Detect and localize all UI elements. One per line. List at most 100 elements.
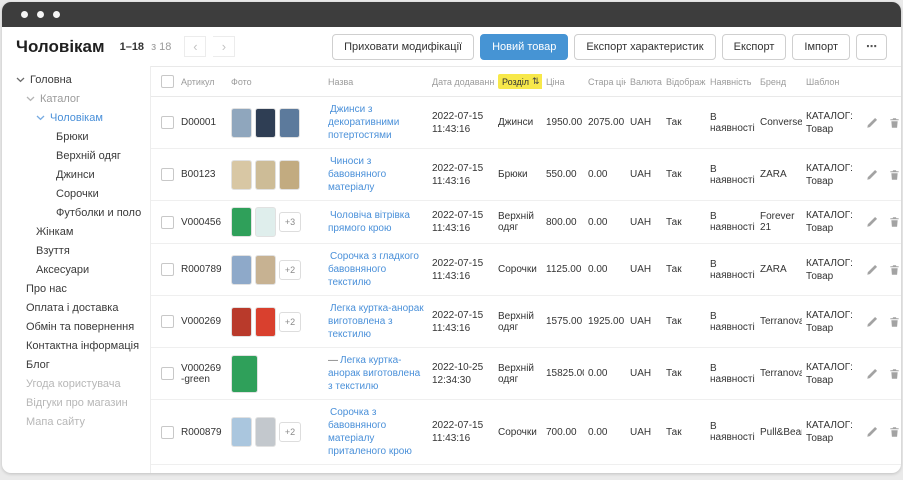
product-date: 2022-07-1511:43:16 bbox=[428, 201, 494, 244]
delete-icon[interactable] bbox=[889, 368, 900, 380]
select-all-checkbox[interactable] bbox=[161, 75, 174, 88]
more-photos-badge[interactable]: +2 bbox=[279, 422, 301, 442]
product-price: 1575.00 bbox=[542, 296, 584, 348]
row-checkbox[interactable] bbox=[161, 367, 174, 380]
product-old-price: 0.00 bbox=[584, 244, 626, 296]
sidebar-item-верхній-одяг[interactable]: Верхній одяг bbox=[16, 146, 144, 165]
product-name-link[interactable]: Чиноси з бавовняного матеріалу bbox=[328, 156, 386, 193]
export-characteristics-button[interactable]: Експорт характеристик bbox=[574, 34, 715, 60]
sidebar-item-угода-користувача[interactable]: Угода користувача bbox=[16, 374, 144, 393]
sidebar-item-контактна-інформація[interactable]: Контактна інформація bbox=[16, 336, 144, 355]
more-photos-badge[interactable]: +2 bbox=[279, 260, 301, 280]
sidebar-item-label: Аксесуари bbox=[36, 264, 89, 276]
product-date: 2022-07-1511:43:16 bbox=[428, 296, 494, 348]
sidebar-item-джинси[interactable]: Джинси bbox=[16, 165, 144, 184]
sorted-column-highlight[interactable]: Розділ ⇅ bbox=[498, 74, 542, 89]
pagination-prev-button[interactable]: ‹ bbox=[184, 36, 206, 57]
edit-icon[interactable] bbox=[866, 117, 878, 129]
sidebar-item-label: Блог bbox=[26, 359, 50, 371]
sidebar-item-головна[interactable]: Головна bbox=[16, 70, 144, 89]
hide-modifications-button[interactable]: Приховати модифікації bbox=[332, 34, 474, 60]
product-old-price: 0.00 bbox=[584, 201, 626, 244]
column-header-photo[interactable]: Фото bbox=[227, 67, 324, 97]
product-brand: Forever 21 bbox=[756, 201, 802, 244]
sidebar-item-обмін-та-повернення[interactable]: Обмін та повернення bbox=[16, 317, 144, 336]
product-name-link[interactable]: Сорочка з гладкого бавовняного текстилю bbox=[328, 251, 419, 288]
column-header-template[interactable]: Шаблон bbox=[802, 67, 862, 97]
edit-icon[interactable] bbox=[866, 368, 878, 380]
delete-icon[interactable] bbox=[889, 216, 900, 228]
row-checkbox[interactable] bbox=[161, 168, 174, 181]
sidebar-item-про-нас[interactable]: Про нас bbox=[16, 279, 144, 298]
product-photo-thumbnail bbox=[255, 417, 276, 447]
row-checkbox[interactable] bbox=[161, 315, 174, 328]
product-name-link[interactable]: Чоловіча вітрівка прямого крою bbox=[328, 210, 410, 234]
sidebar-item-label: Мапа сайту bbox=[26, 416, 85, 428]
product-name-link[interactable]: Легка куртка-анорак виготовлена з тексти… bbox=[328, 355, 420, 392]
window-control-dot-2[interactable] bbox=[37, 11, 44, 18]
product-availability: В наявності bbox=[706, 296, 756, 348]
product-name-link[interactable]: Сорочка з бавовняного матеріалу притален… bbox=[328, 407, 412, 457]
sidebar-item-брюки[interactable]: Брюки bbox=[16, 127, 144, 146]
export-button[interactable]: Експорт bbox=[722, 34, 787, 60]
sidebar-item-блог[interactable]: Блог bbox=[16, 355, 144, 374]
column-header-date[interactable]: Дата додавання bbox=[428, 67, 494, 97]
more-photos-badge[interactable]: +2 bbox=[279, 312, 301, 332]
sidebar-item-аксесуари[interactable]: Аксесуари bbox=[16, 260, 144, 279]
product-brand: ZARA bbox=[756, 244, 802, 296]
column-header-section[interactable]: Розділ ⇅ bbox=[494, 67, 542, 97]
product-currency: UAH bbox=[626, 465, 662, 474]
chevron-down-icon bbox=[26, 96, 35, 102]
product-name-link[interactable]: Легка куртка-анорак виготовлена з тексти… bbox=[328, 303, 424, 340]
product-old-price: 0.00 bbox=[584, 348, 626, 400]
column-header-price[interactable]: Ціна bbox=[542, 67, 584, 97]
sidebar-item-каталог[interactable]: Каталог bbox=[16, 89, 144, 108]
sidebar-item-жінкам[interactable]: Жінкам bbox=[16, 222, 144, 241]
delete-icon[interactable] bbox=[889, 316, 900, 328]
sidebar-item-label: Верхній одяг bbox=[56, 150, 121, 162]
more-button[interactable]: ⋯ bbox=[856, 34, 887, 60]
sidebar-item-футболки-и-поло[interactable]: Футболки и поло bbox=[16, 203, 144, 222]
new-product-button[interactable]: Новий товар bbox=[480, 34, 568, 60]
delete-icon[interactable] bbox=[889, 264, 900, 276]
product-photo-thumbnail bbox=[255, 160, 276, 190]
product-photo-thumbnail bbox=[231, 255, 252, 285]
delete-icon[interactable] bbox=[889, 426, 900, 438]
delete-icon[interactable] bbox=[889, 117, 900, 129]
column-header-sku[interactable]: Артикул bbox=[177, 67, 227, 97]
product-section: Джинси bbox=[494, 97, 542, 149]
column-header-brand[interactable]: Бренд bbox=[756, 67, 802, 97]
sidebar-item-відгуки-про-магазин[interactable]: Відгуки про магазин bbox=[16, 393, 144, 412]
sidebar-item-сорочки[interactable]: Сорочки bbox=[16, 184, 144, 203]
edit-icon[interactable] bbox=[866, 316, 878, 328]
delete-icon[interactable] bbox=[889, 169, 900, 181]
row-checkbox[interactable] bbox=[161, 263, 174, 276]
column-header-name[interactable]: Назва bbox=[324, 67, 428, 97]
sidebar-item-чоловікам[interactable]: Чоловікам bbox=[16, 108, 144, 127]
column-header-old-price[interactable]: Стара ціна bbox=[584, 67, 626, 97]
sidebar-item-оплата-і-доставка[interactable]: Оплата і доставка bbox=[16, 298, 144, 317]
column-header-currency[interactable]: Валюта bbox=[626, 67, 662, 97]
edit-icon[interactable] bbox=[866, 216, 878, 228]
edit-icon[interactable] bbox=[866, 426, 878, 438]
edit-icon[interactable] bbox=[866, 169, 878, 181]
product-sku: B00123 bbox=[177, 149, 227, 201]
more-photos-badge[interactable]: +3 bbox=[279, 212, 301, 232]
row-checkbox[interactable] bbox=[161, 426, 174, 439]
product-template: КАТАЛОГ:Товар bbox=[802, 201, 862, 244]
window-control-dot-3[interactable] bbox=[53, 11, 60, 18]
window-control-dot-1[interactable] bbox=[21, 11, 28, 18]
pagination-next-button[interactable]: › bbox=[213, 36, 235, 57]
product-name-link[interactable]: Штани з бавовняного матеріалу прямого кр… bbox=[328, 472, 415, 473]
sidebar-item-взуття[interactable]: Взуття bbox=[16, 241, 144, 260]
product-name-link[interactable]: Джинси з декоративними потертостями bbox=[328, 104, 399, 141]
product-display: Так bbox=[662, 348, 706, 400]
row-checkbox[interactable] bbox=[161, 116, 174, 129]
row-checkbox[interactable] bbox=[161, 216, 174, 229]
edit-icon[interactable] bbox=[866, 264, 878, 276]
column-header-display[interactable]: Відображати bbox=[662, 67, 706, 97]
sidebar-item-мапа-сайту[interactable]: Мапа сайту bbox=[16, 412, 144, 431]
product-section: Брюки bbox=[494, 149, 542, 201]
column-header-availability[interactable]: Наявність bbox=[706, 67, 756, 97]
import-button[interactable]: Імпорт bbox=[792, 34, 850, 60]
